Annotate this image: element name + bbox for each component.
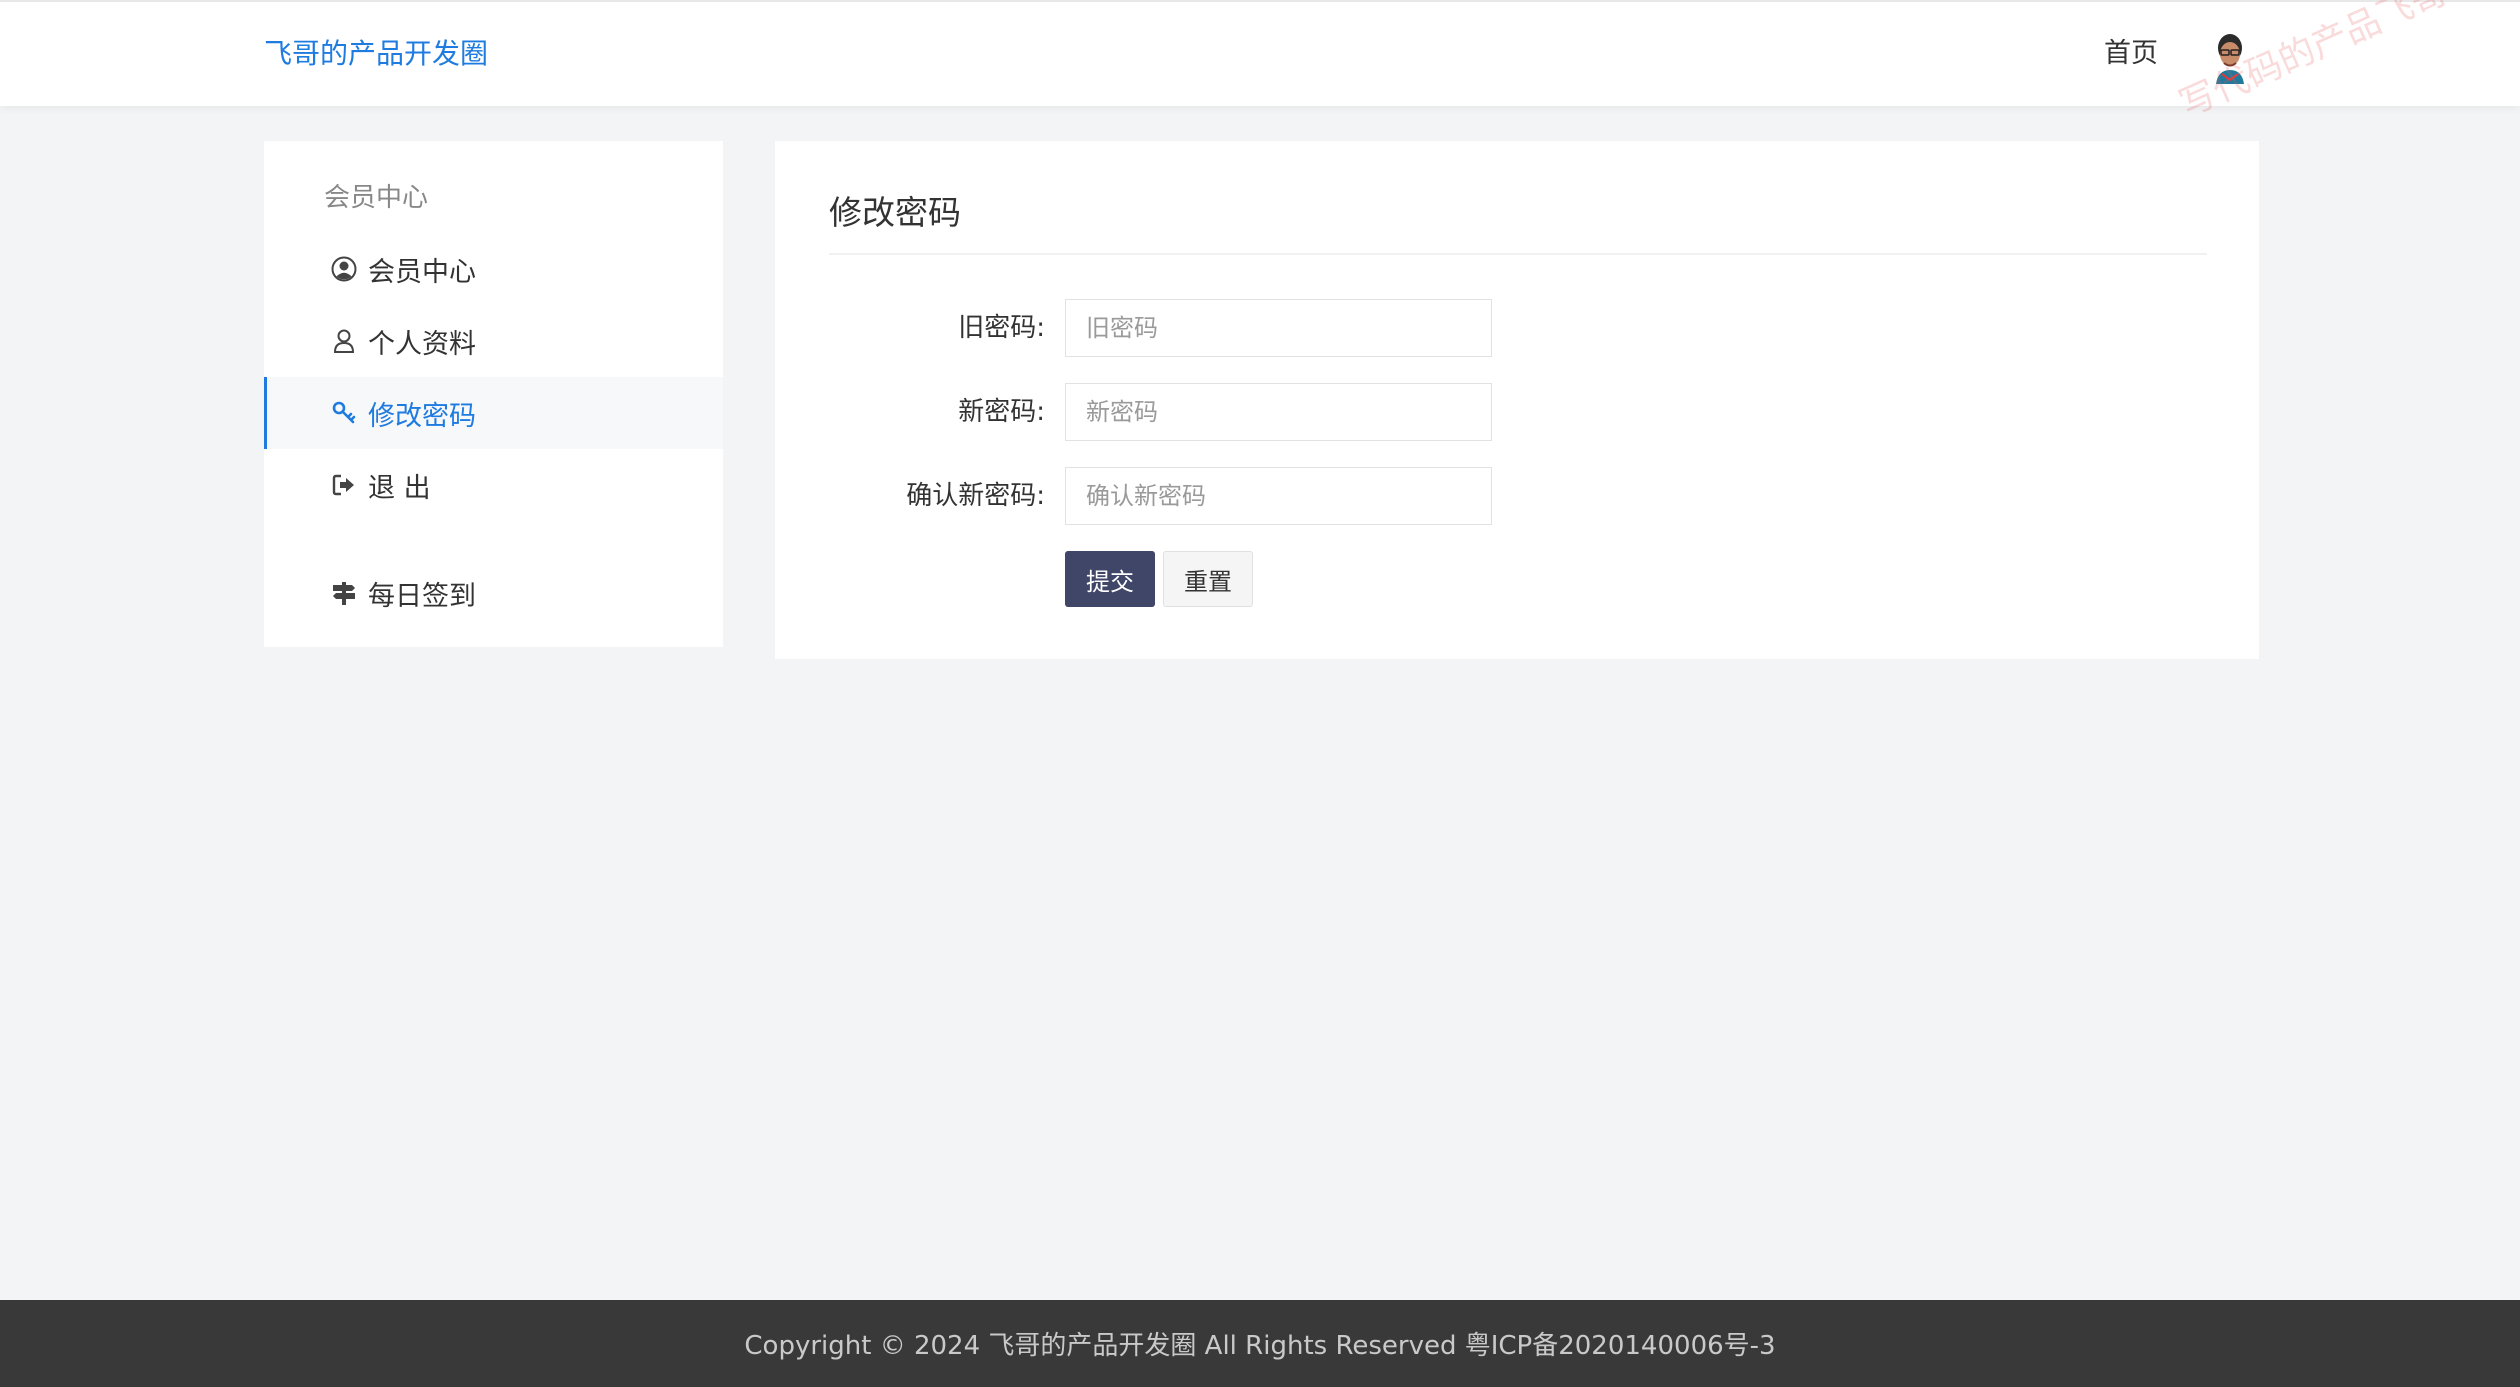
sidebar-item-member-center[interactable]: 会员中心 <box>264 233 723 305</box>
footer: Copyright © 2024 飞哥的产品开发圈 All Rights Res… <box>0 1300 2520 1387</box>
sidebar-item-profile[interactable]: 个人资料 <box>264 305 723 377</box>
sidebar-item-label: 退 出 <box>368 472 431 504</box>
sidebar-item-daily-checkin[interactable]: 每日签到 <box>264 557 723 629</box>
reset-button[interactable]: 重置 <box>1163 551 1253 607</box>
avatar[interactable] <box>2210 30 2250 84</box>
submit-button[interactable]: 提交 <box>1065 551 1155 607</box>
confirm-password-label: 确认新密码: <box>906 481 1045 511</box>
sidebar-item-label: 修改密码 <box>368 400 476 432</box>
old-password-label: 旧密码: <box>958 313 1045 343</box>
sidebar-item-label: 会员中心 <box>368 256 476 288</box>
page-title: 修改密码 <box>829 193 961 232</box>
title-divider <box>829 253 2207 255</box>
sign-out-icon <box>330 471 358 499</box>
site-logo[interactable]: 飞哥的产品开发圈 <box>264 34 488 74</box>
confirm-password-input[interactable] <box>1065 467 1492 525</box>
signpost-icon <box>330 579 358 607</box>
sidebar-item-label: 每日签到 <box>368 580 476 612</box>
top-header: 飞哥的产品开发圈 首页 <box>0 0 2520 106</box>
key-icon <box>330 399 358 427</box>
sidebar: 会员中心 会员中心 个人资料 修改密码 退 出 每日签到 <box>264 141 723 647</box>
footer-copyright: Copyright © 2024 飞哥的产品开发圈 All Rights Res… <box>744 1331 1776 1361</box>
new-password-input[interactable] <box>1065 383 1492 441</box>
old-password-input[interactable] <box>1065 299 1492 357</box>
sidebar-item-label: 个人资料 <box>368 328 476 360</box>
change-password-panel: 修改密码 旧密码: 新密码: 确认新密码: 提交 重置 <box>775 141 2259 659</box>
user-circle-icon <box>330 255 358 283</box>
sidebar-item-change-password[interactable]: 修改密码 <box>264 377 723 449</box>
nav-home-link[interactable]: 首页 <box>2104 34 2158 74</box>
sidebar-item-logout[interactable]: 退 出 <box>264 449 723 521</box>
user-icon <box>330 327 358 355</box>
new-password-label: 新密码: <box>958 397 1045 427</box>
sidebar-title: 会员中心 <box>324 183 429 213</box>
